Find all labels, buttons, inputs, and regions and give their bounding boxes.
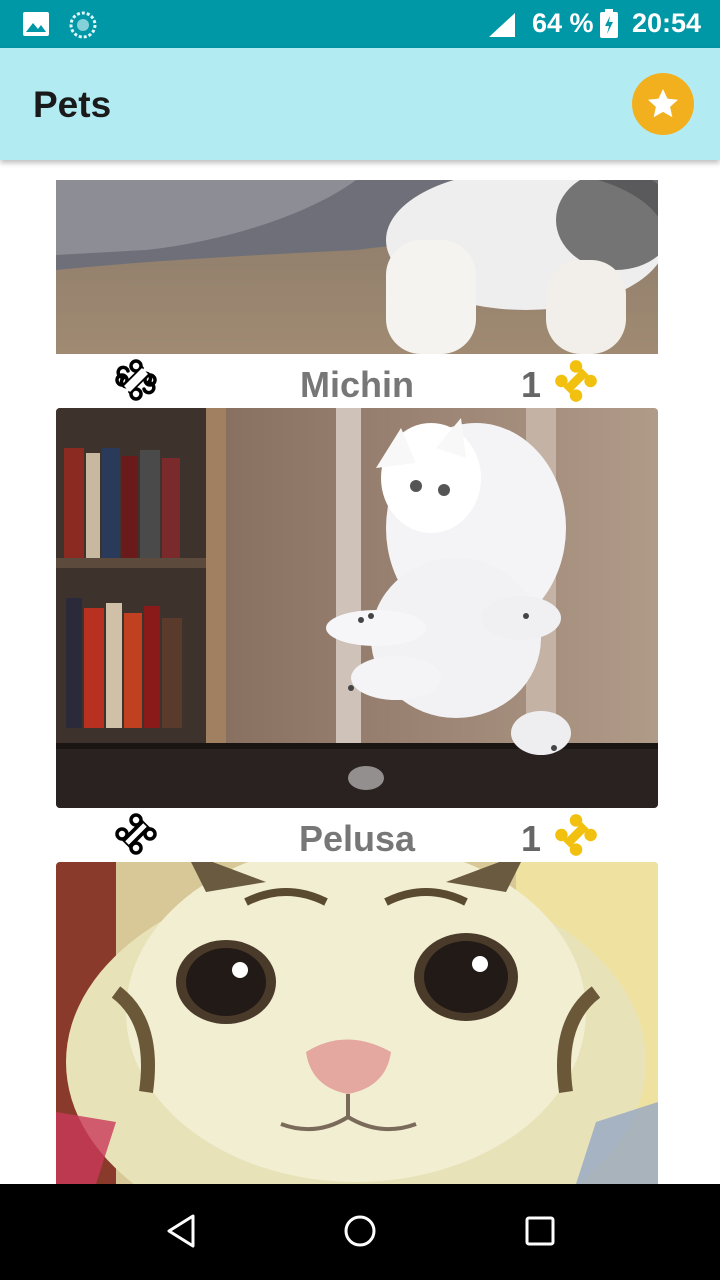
pet-photo	[56, 408, 658, 808]
rating-count: 1	[521, 364, 542, 405]
signal-icon	[489, 13, 515, 37]
home-icon[interactable]	[342, 1213, 378, 1249]
pets-list[interactable]: Michin 1 Pelusa 1	[0, 160, 720, 1184]
favorites-button[interactable]	[632, 73, 694, 135]
pet-card-footer: Michin 1	[56, 354, 658, 408]
rating-count: 1	[521, 818, 542, 859]
bone-filled-icon	[555, 814, 597, 856]
back-icon[interactable]	[164, 1212, 198, 1250]
navigation-bar	[0, 1184, 720, 1280]
star-icon	[647, 88, 679, 118]
battery-charging-icon	[600, 9, 618, 38]
app-bar: Pets	[0, 48, 720, 160]
recents-icon[interactable]	[524, 1215, 556, 1247]
page-title: Pets	[33, 84, 112, 125]
sync-icon	[69, 11, 97, 39]
bone-filled-icon	[555, 360, 597, 402]
gallery-icon	[23, 12, 49, 36]
status-bar: 64 % 20:54	[0, 0, 720, 48]
battery-percent: 64 %	[532, 8, 594, 38]
clock: 20:54	[632, 8, 702, 38]
pet-photo	[56, 180, 658, 354]
pet-card-footer: Pelusa 1	[56, 808, 658, 862]
pet-photo	[56, 862, 658, 1184]
